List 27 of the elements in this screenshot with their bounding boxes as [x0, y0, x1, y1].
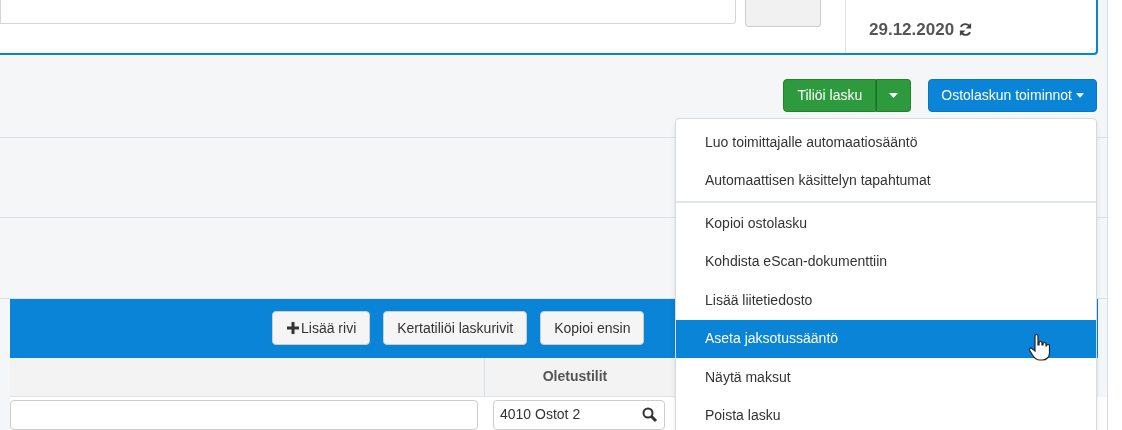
post-invoice-button[interactable]: Tiliöi lasku — [783, 79, 877, 112]
menu-item[interactable]: Näytä maksut — [676, 358, 1096, 397]
toolbar-button[interactable]: Lisää rivi — [272, 311, 371, 346]
field-button[interactable] — [745, 0, 821, 27]
date-text: 29.12.2020 — [869, 18, 955, 41]
menu-item[interactable]: Aseta jaksotussääntö — [676, 319, 1096, 358]
split-caret-button[interactable] — [876, 79, 912, 112]
hand-cursor-icon — [1029, 333, 1051, 361]
account-field[interactable]: 4010 Ostot 2 — [493, 400, 665, 430]
menu-item[interactable]: Poista lasku — [676, 396, 1096, 430]
menu-item[interactable]: Kopioi ostolasku — [676, 204, 1096, 243]
menu-item[interactable]: Kohdista eScan-dokumenttiin — [676, 242, 1096, 281]
refresh-icon[interactable] — [958, 22, 974, 37]
menu-item[interactable]: Automaattisen käsittelyn tapahtumat — [676, 161, 1096, 200]
caret-icon — [1076, 93, 1084, 98]
input-field[interactable] — [10, 400, 478, 430]
caret-icon — [889, 93, 899, 98]
text-field[interactable] — [0, 0, 736, 24]
menu-item[interactable]: Luo toimittajalle automaatiosääntö — [676, 123, 1096, 162]
menu-item[interactable]: Lisää liitetiedosto — [676, 281, 1096, 320]
column-header: Oletustilit — [541, 367, 609, 387]
toolbar-button[interactable]: Kopioi ensin — [540, 311, 645, 346]
toolbar-button[interactable]: Kertatiliöi laskurivit — [383, 311, 528, 346]
search-icon[interactable] — [642, 407, 658, 423]
actions-dropdown-button[interactable]: Ostolaskun toiminnot — [928, 79, 1097, 112]
plus-icon — [287, 322, 299, 335]
field-value: 4010 Ostot 2 — [500, 405, 581, 425]
